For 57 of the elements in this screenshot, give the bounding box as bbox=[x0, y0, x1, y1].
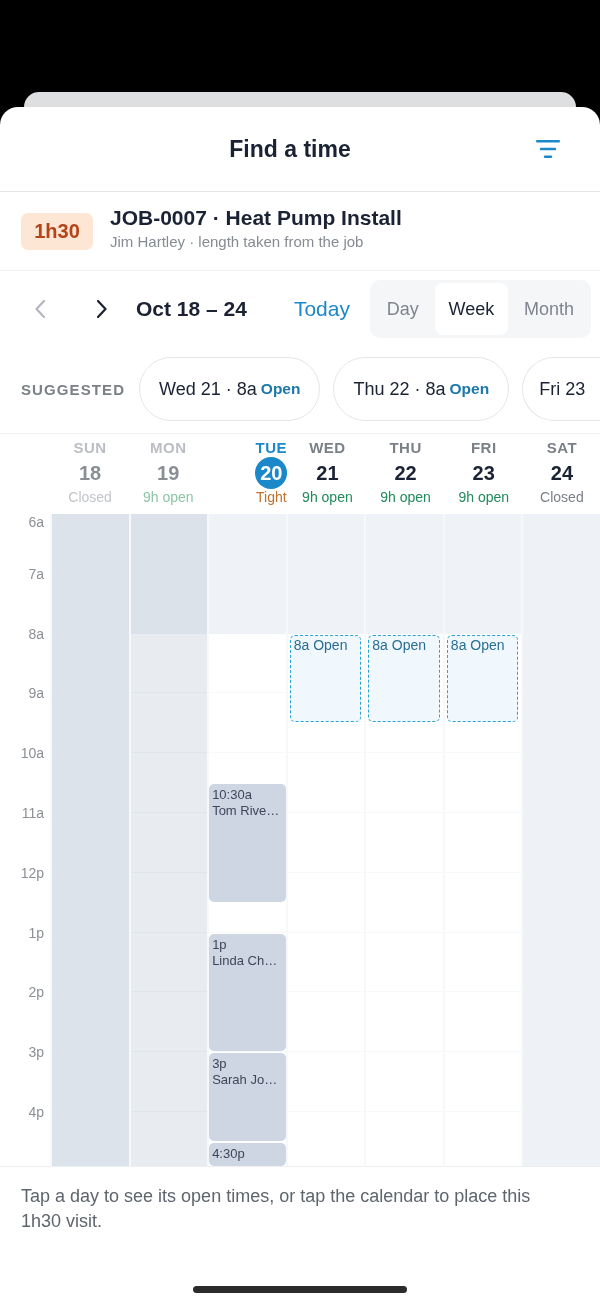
availability-label: 9h open bbox=[458, 489, 510, 505]
job-subtitle: Jim Hartley · length taken from the job bbox=[110, 233, 365, 250]
suggested-time-chip[interactable]: Wed 21 · 8a Open bbox=[139, 357, 321, 421]
availability-label: Closed bbox=[540, 489, 584, 505]
suggested-time-chip[interactable]: Thu 22 · 8a Open bbox=[333, 357, 510, 421]
weekday-label: THU bbox=[389, 439, 422, 457]
appointment-block[interactable]: 4:30p bbox=[209, 1142, 286, 1166]
date-number: 23 bbox=[471, 460, 496, 486]
availability-label: Closed bbox=[68, 489, 112, 505]
weekday-label: SAT bbox=[546, 439, 578, 457]
weekday-label: WED bbox=[309, 439, 346, 457]
availability-label: 9h open bbox=[142, 489, 194, 505]
hour-label: 1p bbox=[28, 924, 44, 941]
date-range-label: Oct 18 – 24 bbox=[136, 297, 247, 321]
availability-label: Tight bbox=[256, 489, 287, 505]
hour-label: 11a bbox=[21, 804, 44, 821]
weekday-label: TUE bbox=[255, 439, 288, 457]
appointment-block[interactable]: 3p Sarah Jo… bbox=[209, 1053, 286, 1141]
hour-label: 8a bbox=[28, 625, 44, 642]
hour-label: 12p bbox=[20, 864, 44, 881]
date-number: 22 bbox=[393, 460, 418, 486]
appointment-block[interactable]: 10:30a Tom Rive… bbox=[209, 784, 286, 902]
sheet-title: Find a time bbox=[229, 135, 351, 163]
hour-label: 6a bbox=[28, 514, 44, 530]
availability-label: 9h open bbox=[380, 489, 431, 505]
suggested-label: SUGGESTED bbox=[21, 380, 126, 398]
weekday-label: FRI bbox=[470, 439, 497, 457]
hour-label: 3p bbox=[28, 1044, 44, 1061]
filter-icon bbox=[536, 140, 560, 158]
date-number: 24 bbox=[549, 460, 575, 486]
open-slot[interactable]: 8a Open bbox=[446, 634, 519, 723]
hour-label: 7a bbox=[28, 565, 44, 582]
availability-label: 9h open bbox=[302, 489, 353, 505]
weekday-label: MON bbox=[150, 439, 187, 457]
suggested-time-chip[interactable]: Fri 23 bbox=[522, 357, 600, 421]
date-number: 18 bbox=[77, 460, 103, 486]
date-number: 21 bbox=[315, 460, 340, 486]
hour-label: 2p bbox=[28, 984, 44, 1001]
date-number: 20 bbox=[255, 457, 288, 489]
filter-button[interactable] bbox=[536, 140, 560, 158]
hour-label: 9a bbox=[28, 685, 44, 702]
appointment-block[interactable]: 1p Linda Ch… bbox=[209, 933, 286, 1052]
job-title: JOB-0007 · Heat Pump Install bbox=[110, 206, 402, 230]
view-tab[interactable]: Week bbox=[434, 283, 509, 335]
view-tab[interactable]: Month bbox=[510, 283, 588, 335]
today-button[interactable]: Today bbox=[293, 297, 350, 321]
chevron-left-icon bbox=[35, 300, 45, 318]
hour-label: 4p bbox=[28, 1103, 44, 1120]
hint-text: Tap a day to see its open times, or tap the calendar to place this 1h30 visit. bbox=[20, 1185, 532, 1233]
weekday-label: SUN bbox=[73, 439, 107, 457]
open-slot[interactable]: 8a Open bbox=[289, 634, 362, 723]
hour-label: 10a bbox=[20, 745, 44, 762]
date-number: 19 bbox=[156, 460, 181, 486]
duration-badge: 1h30 bbox=[21, 212, 93, 250]
open-slot[interactable]: 8a Open bbox=[368, 634, 440, 723]
chevron-right-icon bbox=[97, 300, 107, 318]
view-tab[interactable]: Day bbox=[372, 283, 433, 335]
